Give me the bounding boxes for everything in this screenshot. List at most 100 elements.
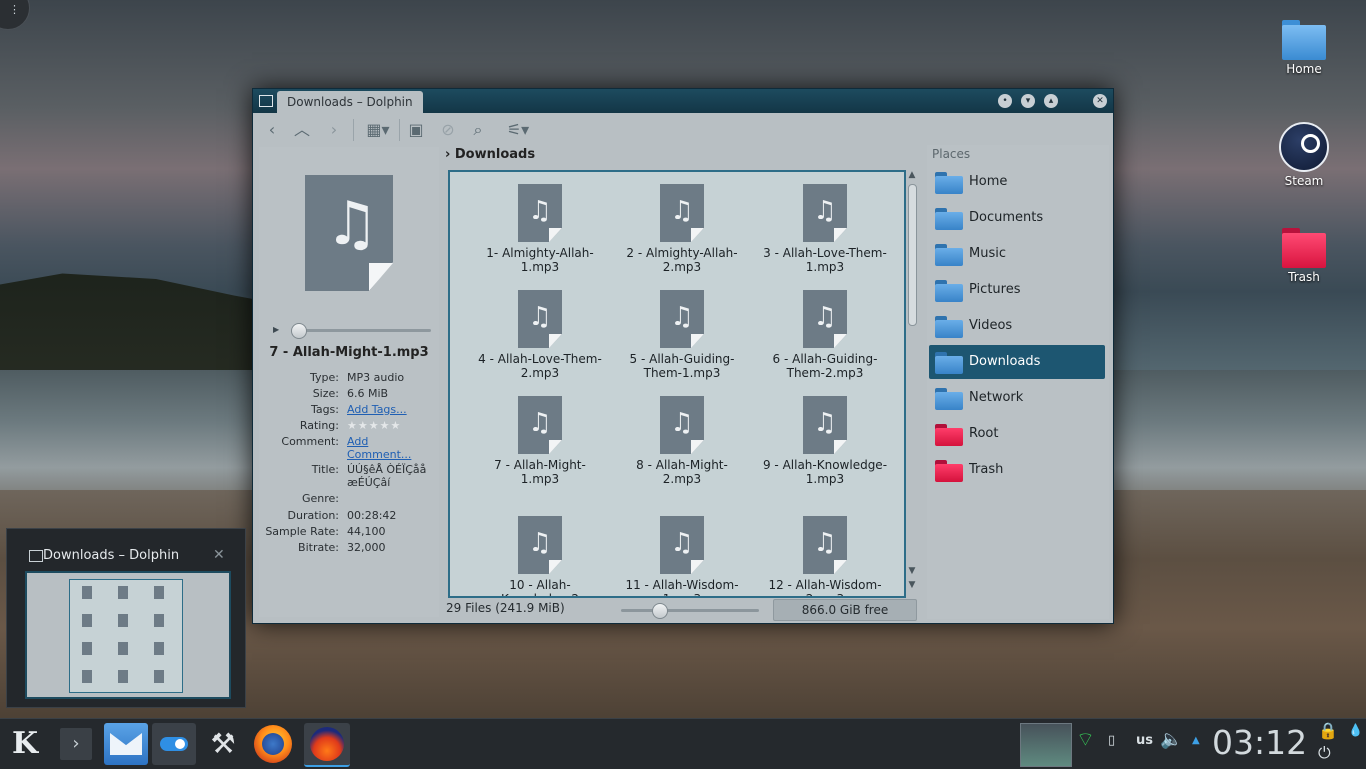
music-note-icon: ♫ xyxy=(813,196,837,226)
notification-icon[interactable]: 💧 xyxy=(1348,723,1363,737)
audio-file-icon: ♫ xyxy=(518,516,562,574)
image-icon: ▣ xyxy=(408,120,424,139)
music-note-icon: ♫ xyxy=(325,189,379,259)
play-icon[interactable]: ▶ xyxy=(273,325,279,334)
add-comment-link[interactable]: Add Comment... xyxy=(347,435,417,461)
scroll-down-icon[interactable]: ▼ xyxy=(905,566,919,576)
places-item-downloads[interactable]: Downloads xyxy=(929,345,1105,379)
scroll-down-icon[interactable]: ▼ xyxy=(905,580,919,590)
home-folder-icon xyxy=(935,172,963,194)
file-item[interactable]: ♫ 12 - Allah-Wisdom-2.mp3 xyxy=(760,516,890,596)
search-button[interactable]: ⌕ xyxy=(467,119,489,141)
places-item-root[interactable]: Root xyxy=(929,417,1105,451)
power-icon[interactable]: ⏻ xyxy=(1318,743,1331,763)
seek-slider-handle[interactable] xyxy=(291,323,307,339)
music-folder-icon xyxy=(935,244,963,266)
chevron-left-icon: ‹ xyxy=(268,120,276,139)
digital-clock[interactable]: 03:12 xyxy=(1212,723,1307,762)
free-space-indicator[interactable]: 866.0 GiB free xyxy=(773,599,917,621)
close-button[interactable]: ✕ xyxy=(1093,94,1107,108)
back-button[interactable]: ‹ xyxy=(261,119,283,141)
preview-title: Downloads – Dolphin xyxy=(43,548,180,563)
audio-file-icon: ♫ xyxy=(518,290,562,348)
file-item[interactable]: ♫ 9 - Allah-Knowledge-1.mp3 xyxy=(760,396,890,486)
zoom-slider-handle[interactable] xyxy=(652,603,668,619)
file-item[interactable]: ♫ 2 - Almighty-Allah-2.mp3 xyxy=(617,184,747,274)
window-app-icon xyxy=(29,550,43,562)
file-item[interactable]: ♫ 11 - Allah-Wisdom-1.mp3 xyxy=(617,516,747,596)
desktop-icon-trash[interactable]: Trash xyxy=(1268,228,1340,284)
audio-file-icon: ♫ xyxy=(660,184,704,242)
file-item[interactable]: ♫ 6 - Allah-Guiding-Them-2.mp3 xyxy=(760,290,890,380)
keyboard-layout[interactable]: us xyxy=(1136,733,1153,748)
minimize-button[interactable]: ▾ xyxy=(1021,94,1035,108)
file-item[interactable]: ♫ 7 - Allah-Might-1.mp3 xyxy=(475,396,605,486)
thumbnail-file-icon xyxy=(154,642,164,655)
seek-slider[interactable] xyxy=(299,329,431,332)
window-title[interactable]: Downloads – Dolphin xyxy=(277,91,423,113)
trash-folder-icon xyxy=(1282,228,1326,268)
window-titlebar[interactable]: Downloads – Dolphin • ▾ ▴ ✕ xyxy=(253,89,1113,113)
thumbnail-file-icon xyxy=(154,614,164,627)
thumbnail-file-icon xyxy=(154,670,164,683)
selected-file-name: 7 - Allah-Might-1.mp3 xyxy=(269,345,429,360)
file-item[interactable]: ♫ 5 - Allah-Guiding-Them-1.mp3 xyxy=(617,290,747,380)
thumbnail-file-icon xyxy=(118,670,128,683)
breadcrumb-item-downloads[interactable]: Downloads xyxy=(455,147,535,162)
close-icon[interactable]: ✕ xyxy=(213,547,225,563)
scrollbar-handle[interactable] xyxy=(908,184,917,326)
show-more-button[interactable]: › xyxy=(60,728,92,760)
desktop-icon-home[interactable]: Home xyxy=(1268,20,1340,76)
clipboard-icon[interactable]: ▯ xyxy=(1108,733,1115,748)
view-mode-button[interactable]: ▦▾ xyxy=(363,119,393,141)
desktop-corner-toolbox[interactable]: ⋮ xyxy=(0,0,30,30)
window-thumbnail[interactable] xyxy=(25,571,231,699)
zoom-slider[interactable] xyxy=(621,609,759,612)
places-item-music[interactable]: Music xyxy=(929,237,1105,271)
application-launcher[interactable]: K xyxy=(4,723,46,765)
places-item-pictures[interactable]: Pictures xyxy=(929,273,1105,307)
file-item[interactable]: ♫ 10 - Allah-Knowledge-2 xyxy=(475,516,605,596)
preview-button[interactable]: ▣ xyxy=(405,119,427,141)
corner-toolbox-icon: ⋮ xyxy=(9,3,20,16)
kde-logo-icon: K xyxy=(11,726,39,761)
places-item-network[interactable]: Network xyxy=(929,381,1105,415)
task-settings-toggle[interactable] xyxy=(152,723,196,765)
control-menu-button[interactable]: ⚟▾ xyxy=(503,119,533,141)
places-item-videos[interactable]: Videos xyxy=(929,309,1105,343)
places-panel: Places Home Documents Music Pictures Videos D… xyxy=(927,145,1109,619)
view-scrollbar[interactable]: ▲ ▼ ▼ xyxy=(905,170,919,594)
file-item[interactable]: ♫ 4 - Allah-Love-Them-2.mp3 xyxy=(475,290,605,380)
file-icon-view[interactable]: ♫ 1- Almighty-Allah-1.mp3 ♫ 2 - Almighty-Al… xyxy=(448,170,906,598)
task-audacity[interactable] xyxy=(304,723,350,767)
places-item-label: Network xyxy=(969,390,1024,405)
task-preview-tooltip[interactable]: Downloads – Dolphin ✕ xyxy=(6,528,246,708)
add-tags-link[interactable]: Add Tags... xyxy=(347,403,439,416)
places-item-trash[interactable]: Trash xyxy=(929,453,1105,487)
task-firefox[interactable] xyxy=(252,723,294,765)
system-monitor-graph[interactable] xyxy=(1020,723,1072,767)
places-item-documents[interactable]: Documents xyxy=(929,201,1105,235)
maximize-button[interactable]: ▴ xyxy=(1044,94,1058,108)
window-app-icon[interactable] xyxy=(259,95,273,107)
volume-icon[interactable]: 🔈 xyxy=(1160,729,1182,750)
lock-icon[interactable]: 🔒 xyxy=(1318,721,1338,740)
file-item[interactable]: ♫ 1- Almighty-Allah-1.mp3 xyxy=(475,184,605,274)
breadcrumb[interactable]: › Downloads xyxy=(445,147,915,167)
thumbnail-view xyxy=(69,579,183,693)
file-item[interactable]: ♫ 8 - Allah-Might-2.mp3 xyxy=(617,396,747,486)
scroll-up-icon[interactable]: ▲ xyxy=(905,170,919,180)
forward-button[interactable]: › xyxy=(323,119,345,141)
stop-button[interactable]: ⊘ xyxy=(437,119,459,141)
places-item-home[interactable]: Home xyxy=(929,165,1105,199)
close-icon: ✕ xyxy=(1096,96,1104,106)
expand-tray-icon[interactable]: ▲ xyxy=(1192,735,1200,746)
desktop-icon-steam[interactable]: Steam xyxy=(1268,122,1340,188)
rating-stars[interactable]: ★★★★★ xyxy=(347,419,439,432)
wifi-icon[interactable]: ⌔ xyxy=(1076,727,1095,752)
task-system-tools[interactable]: ⚒ xyxy=(200,723,246,765)
task-mail[interactable] xyxy=(104,723,148,765)
keep-above-button[interactable]: • xyxy=(998,94,1012,108)
up-button[interactable]: ︿ xyxy=(291,119,313,141)
file-item[interactable]: ♫ 3 - Allah-Love-Them-1.mp3 xyxy=(760,184,890,274)
